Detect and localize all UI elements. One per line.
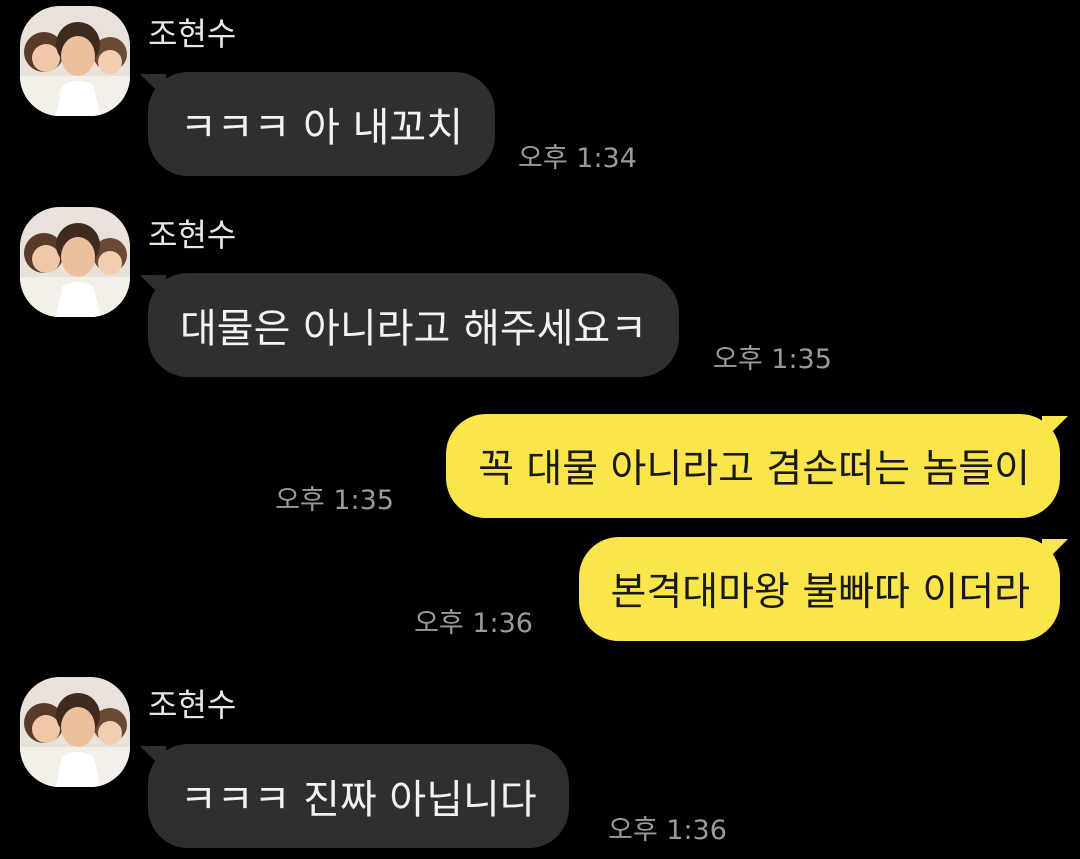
message-time: 오후 1:36	[608, 815, 727, 846]
message-text: 본격대마왕 불빠따 이더라	[610, 570, 1030, 615]
outgoing-message-bubble[interactable]: 꼭 대물 아니라고 겸손떠는 놈들이	[446, 414, 1060, 518]
message-text: ㅋㅋㅋ 아 내꼬치	[180, 105, 464, 151]
sender-avatar[interactable]	[20, 207, 130, 317]
bubble-tail	[1042, 416, 1068, 442]
message-time: 오후 1:35	[275, 485, 394, 516]
incoming-message-bubble[interactable]: ㅋㅋㅋ 아 내꼬치	[148, 72, 496, 176]
sender-name: 조현수	[148, 216, 237, 254]
sender-name: 조현수	[148, 686, 237, 724]
sender-avatar[interactable]	[20, 677, 130, 787]
message-text: 대물은 아니라고 해주세요ㅋ	[180, 306, 648, 352]
sender-name: 조현수	[148, 15, 237, 53]
message-text: ㅋㅋㅋ 진짜 아닙니다	[180, 777, 537, 823]
sender-avatar[interactable]	[20, 6, 130, 116]
incoming-message-bubble[interactable]: ㅋㅋㅋ 진짜 아닙니다	[148, 744, 569, 848]
message-time: 오후 1:36	[414, 608, 533, 639]
outgoing-message-bubble[interactable]: 본격대마왕 불빠따 이더라	[578, 537, 1060, 641]
message-text: 꼭 대물 아니라고 겸손떠는 놈들이	[478, 447, 1030, 492]
message-time: 오후 1:34	[518, 143, 637, 174]
message-time: 오후 1:35	[713, 344, 832, 375]
bubble-tail	[1042, 539, 1068, 565]
incoming-message-bubble[interactable]: 대물은 아니라고 해주세요ㅋ	[148, 273, 680, 377]
